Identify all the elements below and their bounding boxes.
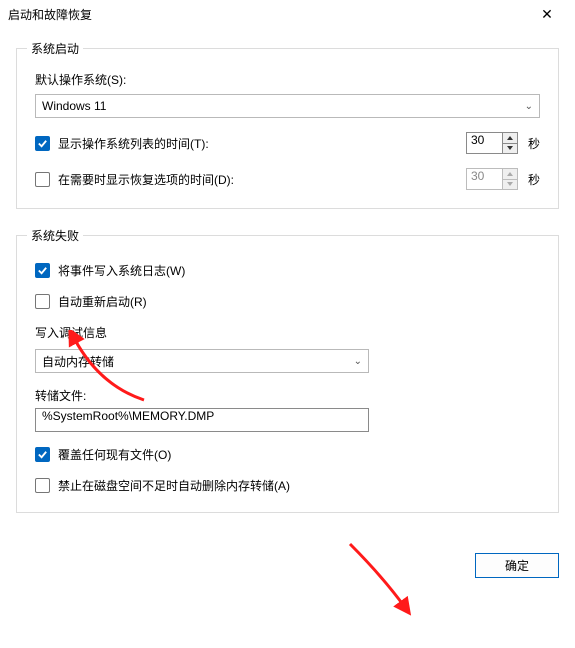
row-auto-restart: 自动重新启动(R) xyxy=(35,293,540,310)
unit-seconds-1: 秒 xyxy=(528,135,540,152)
row-overwrite: 覆盖任何现有文件(O) xyxy=(35,446,540,463)
dialog-title: 启动和故障恢复 xyxy=(8,6,92,23)
spinner-show-os-list[interactable]: 30 xyxy=(466,132,518,154)
unit-seconds-2: 秒 xyxy=(528,171,540,188)
titlebar: 启动和故障恢复 ✕ xyxy=(0,0,575,28)
dump-file-value: %SystemRoot%\MEMORY.DMP xyxy=(42,409,214,423)
spinner-value-recovery: 30 xyxy=(466,168,502,190)
row-write-log: 将事件写入系统日志(W) xyxy=(35,262,540,279)
group-system-startup: 系统启动 默认操作系统(S): Windows 11 ⌄ 显示操作系统列表的时间… xyxy=(16,40,559,209)
row-show-os-list: 显示操作系统列表的时间(T): 30 秒 xyxy=(35,132,540,154)
close-icon: ✕ xyxy=(541,6,553,23)
check-icon xyxy=(37,265,48,276)
group-system-failure: 系统失败 将事件写入系统日志(W) 自动重新启动(R) 写入调试信息 自动内存转… xyxy=(16,227,559,513)
label-show-recovery: 在需要时显示恢复选项的时间(D): xyxy=(58,171,458,188)
group-legend-failure: 系统失败 xyxy=(27,227,83,244)
label-write-log: 将事件写入系统日志(W) xyxy=(58,262,540,279)
default-os-value: Windows 11 xyxy=(42,99,106,113)
check-icon xyxy=(37,449,48,460)
row-show-recovery: 在需要时显示恢复选项的时间(D): 30 秒 xyxy=(35,168,540,190)
label-overwrite: 覆盖任何现有文件(O) xyxy=(58,446,540,463)
group-legend-startup: 系统启动 xyxy=(27,40,83,57)
checkbox-show-os-list[interactable] xyxy=(35,136,50,151)
spinner-value-os-list[interactable]: 30 xyxy=(466,132,502,154)
label-show-os-list: 显示操作系统列表的时间(T): xyxy=(58,135,458,152)
ok-button-label: 确定 xyxy=(505,557,529,574)
checkbox-disable-auto-delete[interactable] xyxy=(35,478,50,493)
default-os-label: 默认操作系统(S): xyxy=(35,71,540,88)
chevron-down-icon: ⌄ xyxy=(525,101,533,112)
dialog-content: 系统启动 默认操作系统(S): Windows 11 ⌄ 显示操作系统列表的时间… xyxy=(0,28,575,543)
row-disable-auto-delete: 禁止在磁盘空间不足时自动删除内存转储(A) xyxy=(35,477,540,494)
checkbox-write-log[interactable] xyxy=(35,263,50,278)
checkbox-show-recovery[interactable] xyxy=(35,172,50,187)
spinner-down-icon[interactable] xyxy=(503,144,517,154)
checkbox-auto-restart[interactable] xyxy=(35,294,50,309)
dump-file-input[interactable]: %SystemRoot%\MEMORY.DMP xyxy=(35,408,369,432)
ok-button[interactable]: 确定 xyxy=(475,553,559,578)
button-bar: 确定 xyxy=(0,543,575,588)
chevron-down-icon: ⌄ xyxy=(354,356,362,367)
label-auto-restart: 自动重新启动(R) xyxy=(58,293,540,310)
close-button[interactable]: ✕ xyxy=(527,3,567,25)
spinner-down-icon xyxy=(503,180,517,190)
debug-select-value: 自动内存转储 xyxy=(42,353,114,370)
spinner-up-icon xyxy=(503,169,517,180)
spinner-show-recovery: 30 xyxy=(466,168,518,190)
spinner-up-icon[interactable] xyxy=(503,133,517,144)
default-os-select[interactable]: Windows 11 ⌄ xyxy=(35,94,540,118)
check-icon xyxy=(37,138,48,149)
dump-file-label: 转储文件: xyxy=(35,387,540,404)
debug-heading: 写入调试信息 xyxy=(35,324,540,341)
label-disable-auto-delete: 禁止在磁盘空间不足时自动删除内存转储(A) xyxy=(58,477,540,494)
debug-select[interactable]: 自动内存转储 ⌄ xyxy=(35,349,369,373)
checkbox-overwrite[interactable] xyxy=(35,447,50,462)
